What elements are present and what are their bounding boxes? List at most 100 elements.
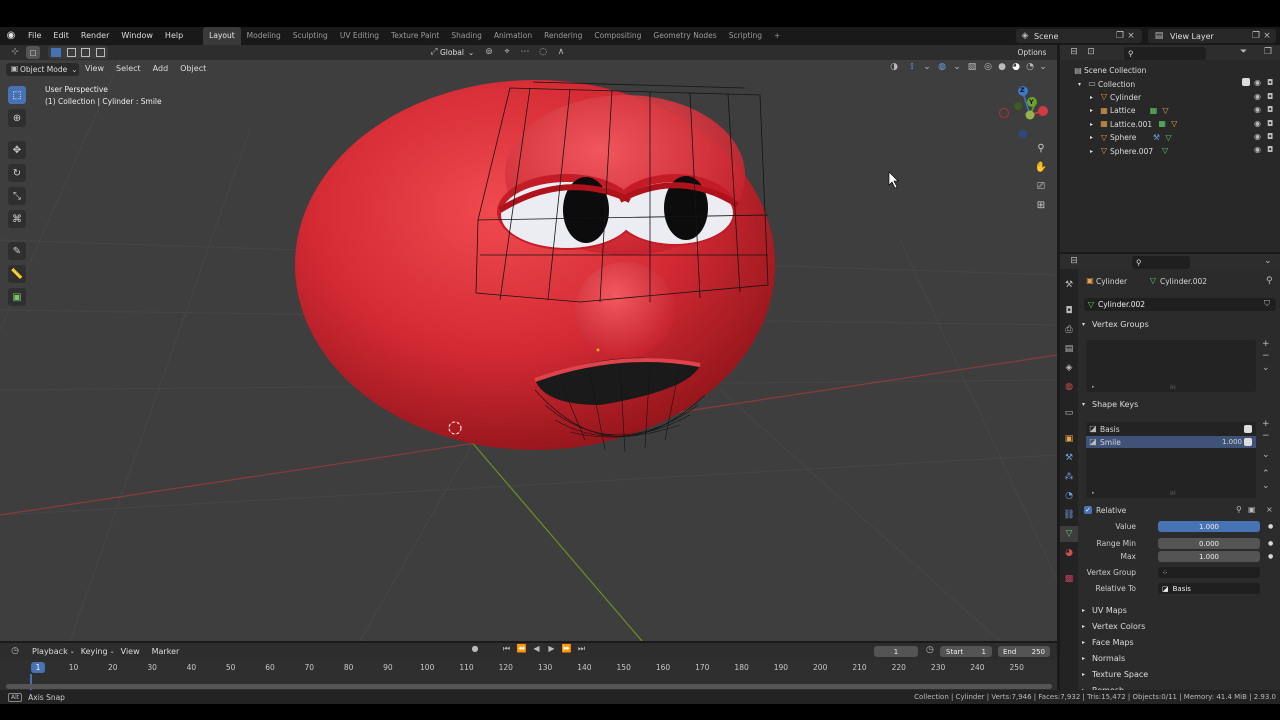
output-tab-icon[interactable]: ⎙ xyxy=(1065,322,1072,338)
transform-tool-icon[interactable]: ⌘ xyxy=(8,210,26,228)
eye-icon[interactable]: ◉ xyxy=(1254,92,1261,101)
select-subtract-icon[interactable] xyxy=(81,48,91,57)
expand-arrow-icon[interactable]: ▸ xyxy=(1090,134,1098,141)
new-collection-icon[interactable]: ❐ xyxy=(1264,48,1272,57)
add-cube-tool-icon[interactable]: ▣ xyxy=(8,288,26,306)
end-frame-field[interactable]: End 250 xyxy=(998,646,1050,657)
close-icon[interactable]: × xyxy=(1262,31,1272,41)
material-tab-icon[interactable]: ◕ xyxy=(1065,545,1073,561)
shape-keys-list[interactable]: ◪ Basis ◪ Smile 1.000 ▸ ⁞⁞⁞ xyxy=(1086,422,1256,498)
list-resize-grip-icon[interactable]: ⁞⁞⁞ xyxy=(1170,384,1176,391)
camera-icon[interactable]: ◘ xyxy=(1267,146,1273,154)
editor-type-icon[interactable]: ◷ xyxy=(4,647,26,656)
constraints-tab-icon[interactable]: ⛓ xyxy=(1063,507,1074,523)
value-slider[interactable]: 1.000 xyxy=(1158,521,1260,532)
add-icon[interactable]: + xyxy=(1262,340,1270,349)
camera-icon[interactable]: ◘ xyxy=(1267,106,1273,114)
start-frame-field[interactable]: Start 1 xyxy=(940,646,992,657)
tab-shading[interactable]: Shading xyxy=(445,27,487,45)
editor-type-icon[interactable]: ⊟ xyxy=(1066,257,1082,266)
select-box-icon[interactable]: ▢ xyxy=(26,46,40,59)
texture-space-panel-header[interactable]: ▸ Texture Space xyxy=(1082,666,1148,682)
keyframe-dot-icon[interactable]: ● xyxy=(1268,553,1273,560)
eye-icon[interactable]: ◉ xyxy=(1254,119,1261,128)
viewport-menu-select[interactable]: Select xyxy=(110,60,147,78)
prev-keyframe-icon[interactable]: ⏪ xyxy=(515,645,528,653)
auto-keying-record-icon[interactable]: ● xyxy=(468,645,482,653)
chevron-down-icon[interactable]: ⌄ xyxy=(1264,257,1272,266)
tab-sculpting[interactable]: Sculpting xyxy=(287,27,334,45)
timeline-menu-marker[interactable]: Marker xyxy=(146,643,186,661)
expand-arrow-icon[interactable]: ▸ xyxy=(1090,107,1098,114)
clear-icon[interactable]: × xyxy=(1266,506,1273,514)
mesh-datablock-field[interactable]: ▽ Cylinder.002 ⛉ xyxy=(1084,298,1276,311)
copy-scene-icon[interactable]: ❐ xyxy=(1114,31,1126,41)
eye-icon[interactable]: ◉ xyxy=(1254,146,1261,154)
tab-compositing[interactable]: Compositing xyxy=(588,27,647,45)
perspective-toggle-icon[interactable]: ⊞ xyxy=(1033,197,1049,213)
fake-user-shield-icon[interactable]: ⛉ xyxy=(1264,300,1270,308)
falloff-icon[interactable]: ∧ xyxy=(552,48,570,57)
render-tab-icon[interactable]: ◘ xyxy=(1065,303,1072,319)
visibility-icon[interactable]: ◑ xyxy=(886,63,902,72)
properties-search-input[interactable]: ⚲ xyxy=(1132,256,1190,269)
menu-help[interactable]: Help xyxy=(159,27,189,45)
scene-collection-row[interactable]: ▤ Scene Collection xyxy=(1060,64,1280,77)
outliner-item-lattice[interactable]: ▸ ▦ Lattice ▦ ▽ ◉ ◘ xyxy=(1060,104,1280,117)
tab-animation[interactable]: Animation xyxy=(488,27,538,45)
expand-arrow-icon[interactable]: ▸ xyxy=(1090,94,1098,101)
menu-render[interactable]: Render xyxy=(75,27,115,45)
checkbox-icon[interactable] xyxy=(1244,438,1252,446)
move-up-icon[interactable]: ⌃ xyxy=(1262,470,1270,479)
keyframe-dot-icon[interactable]: ● xyxy=(1268,523,1273,530)
remove-icon[interactable]: − xyxy=(1262,432,1270,441)
outliner-search-input[interactable]: ⚲ xyxy=(1124,47,1206,60)
face-maps-panel-header[interactable]: ▸ Face Maps xyxy=(1082,634,1148,650)
expand-arrow-icon[interactable]: ▸ xyxy=(1090,148,1098,155)
current-frame-field[interactable]: 1 xyxy=(874,646,918,657)
options-button[interactable]: Options xyxy=(1012,46,1052,59)
move-tool-icon[interactable]: ✥ xyxy=(8,141,26,159)
eye-icon[interactable]: ◉ xyxy=(1254,106,1261,114)
apply-shape-icon[interactable]: ▣ xyxy=(1248,506,1256,514)
timeline-area[interactable]: 1 10 20 30 40 50 60 70 80 90 100 110 120 130 140 150 160… xyxy=(0,660,1057,690)
menu-edit[interactable]: Edit xyxy=(47,27,75,45)
shape-keys-panel-header[interactable]: ▾ Shape Keys xyxy=(1082,400,1138,409)
filter-icon[interactable]: ⏷ xyxy=(1240,48,1247,57)
scene-tab-icon[interactable]: ◈ xyxy=(1066,360,1073,376)
blender-logo-icon[interactable]: ◉ xyxy=(0,31,22,41)
eye-icon[interactable]: ◉ xyxy=(1254,132,1261,141)
next-keyframe-icon[interactable]: ⏩ xyxy=(560,645,573,653)
scene-selector[interactable]: ◈ Scene ❐ × xyxy=(1016,29,1142,43)
relative-to-field[interactable]: ◪ Basis xyxy=(1158,583,1260,594)
gizmo-icon[interactable]: ⟟ xyxy=(904,63,920,72)
tab-texture-paint[interactable]: Texture Paint xyxy=(385,27,445,45)
remove-icon[interactable]: − xyxy=(1262,352,1270,361)
display-mode-icon[interactable]: ⊡ xyxy=(1082,48,1100,57)
play-reverse-icon[interactable]: ◀ xyxy=(530,645,543,653)
view-layer-selector[interactable]: ▤ View Layer ❐ × xyxy=(1148,29,1276,43)
collection-tab-icon[interactable]: ▭ xyxy=(1065,405,1074,421)
object-tab-icon[interactable]: ▣ xyxy=(1065,431,1074,447)
rotate-tool-icon[interactable]: ↻ xyxy=(8,164,26,182)
normals-panel-header[interactable]: ▸ Normals xyxy=(1082,650,1148,666)
pin-icon[interactable]: ⚲ xyxy=(1266,276,1273,286)
measure-tool-icon[interactable]: 📏 xyxy=(8,265,26,283)
tab-modeling[interactable]: Modeling xyxy=(241,27,287,45)
outliner-item-sphere-007[interactable]: ▸ ▽ Sphere.007 ▽ ◉ ◘ xyxy=(1060,144,1280,157)
chevron-down-icon[interactable]: ⌄ xyxy=(1262,451,1270,460)
uv-maps-panel-header[interactable]: ▸ UV Maps xyxy=(1082,602,1148,618)
snap-icon[interactable]: ⌖ xyxy=(498,48,516,57)
clock-icon[interactable]: ◷ xyxy=(926,646,934,655)
collection-row[interactable]: ▾ ▭ Collection ◉ ◘ xyxy=(1060,77,1280,90)
outliner-item-cylinder[interactable]: ▸ ▽ Cylinder ◉ ◘ xyxy=(1060,91,1280,104)
viewport-menu-view[interactable]: View xyxy=(79,60,110,78)
timeline-menu-view[interactable]: View xyxy=(115,643,146,661)
mode-dropdown[interactable]: ▣ Object Mode ⌄ xyxy=(6,62,79,76)
keyframe-dot-icon[interactable]: ● xyxy=(1268,540,1273,547)
scale-tool-icon[interactable]: ⤡ xyxy=(8,187,26,205)
menu-file[interactable]: File xyxy=(22,27,47,45)
tab-rendering[interactable]: Rendering xyxy=(538,27,588,45)
jump-start-icon[interactable]: ⏮ xyxy=(500,645,513,653)
tab-scripting[interactable]: Scripting xyxy=(723,27,768,45)
